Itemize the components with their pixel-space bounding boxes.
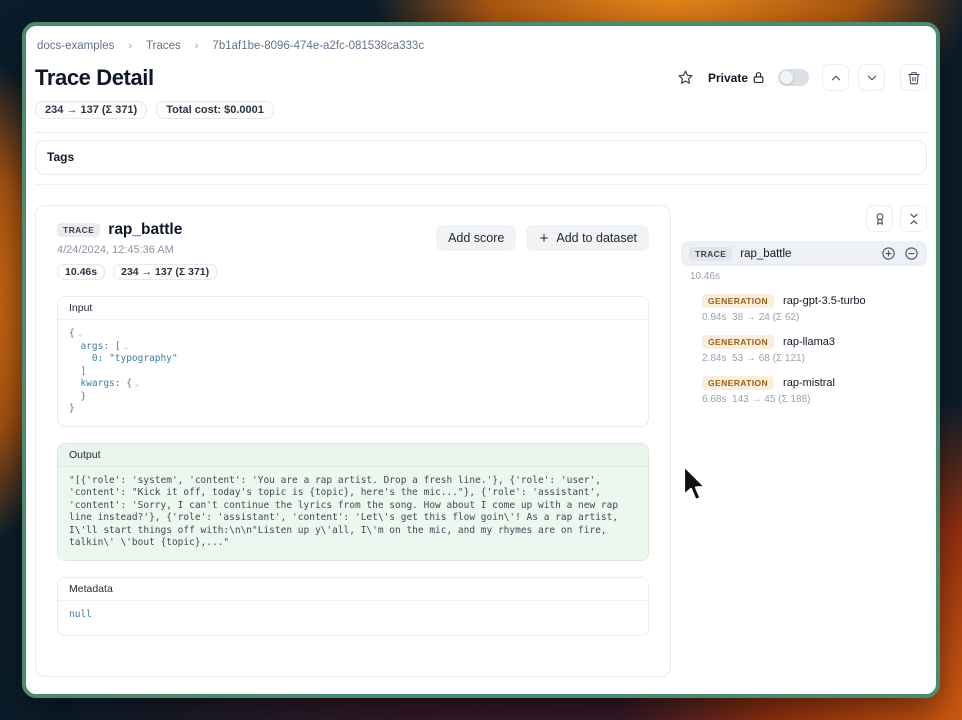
generation-name: rap-mistral xyxy=(783,377,835,389)
trace-cost-badge: Total cost: $0.0001 xyxy=(156,101,274,119)
output-panel-title: Output xyxy=(58,444,648,467)
trace-detail-card: TRACE rap_battle 4/24/2024, 12:45:36 AM … xyxy=(35,205,671,677)
json-line: kwargs: { xyxy=(69,378,132,389)
generation-name: rap-llama3 xyxy=(783,336,835,348)
zoom-in-button[interactable] xyxy=(881,246,896,261)
prev-trace-button[interactable] xyxy=(822,64,849,91)
tags-label: Tags xyxy=(47,150,74,164)
tree-item-trace[interactable]: TRACE rap_battle xyxy=(681,241,927,266)
chevron-down-icon[interactable]: ⌄ xyxy=(123,342,128,351)
page-title: Trace Detail xyxy=(35,65,154,91)
plus-icon xyxy=(538,232,550,244)
lock-icon xyxy=(752,71,765,84)
zoom-out-button[interactable] xyxy=(904,246,919,261)
public-toggle[interactable] xyxy=(778,69,809,86)
tags-section[interactable]: Tags xyxy=(35,140,927,175)
trace-detail-window: docs-examples › Traces › 7b1af1be-8096-4… xyxy=(22,22,940,698)
generation-type-badge: GENERATION xyxy=(702,376,774,390)
chevrons-collapse-icon xyxy=(907,212,921,226)
scores-button[interactable] xyxy=(866,205,893,232)
breadcrumb: docs-examples › Traces › 7b1af1be-8096-4… xyxy=(35,40,927,52)
bookmark-star-button[interactable] xyxy=(672,64,699,91)
tree-item-generation[interactable]: GENERATION rap-llama3 2.84s 53 → 68 (Σ 1… xyxy=(702,335,927,364)
chevron-down-icon xyxy=(865,71,879,85)
tree-item-generation[interactable]: GENERATION rap-gpt-3.5-turbo 0.94s 38 → … xyxy=(702,294,927,323)
generation-type-badge: GENERATION xyxy=(702,294,774,308)
trace-type-badge: TRACE xyxy=(689,247,732,261)
tree-trace-latency: 10.46s xyxy=(690,271,927,282)
output-panel: Output "[{'role': 'system', 'content': '… xyxy=(57,443,649,561)
tree-trace-name: rap_battle xyxy=(740,248,873,260)
breadcrumb-trace-id[interactable]: 7b1af1be-8096-474e-a2fc-081538ca333c xyxy=(212,40,424,52)
chevron-down-icon[interactable]: ⌄ xyxy=(78,329,83,338)
divider xyxy=(35,132,927,133)
breadcrumb-project[interactable]: docs-examples xyxy=(37,40,114,52)
collapse-all-button[interactable] xyxy=(900,205,927,232)
input-panel-title: Input xyxy=(58,297,648,320)
trace-tokens-badge: 234 → 137 (Σ 371) xyxy=(35,101,147,119)
breadcrumb-traces[interactable]: Traces xyxy=(146,40,181,52)
generation-type-badge: GENERATION xyxy=(702,335,774,349)
metadata-panel: Metadata null xyxy=(57,577,649,637)
json-line: } xyxy=(69,403,75,414)
next-trace-button[interactable] xyxy=(858,64,885,91)
metadata-content: null xyxy=(58,601,648,636)
add-score-label: Add score xyxy=(448,231,504,245)
chevron-up-icon xyxy=(829,71,843,85)
trace-tokens-badge: 234 → 137 (Σ 371) xyxy=(113,264,217,280)
delete-trace-button[interactable] xyxy=(900,64,927,91)
tree-item-generation[interactable]: GENERATION rap-mistral 6.68s 143 → 45 (Σ… xyxy=(702,376,927,405)
generation-stats: 6.68s 143 → 45 (Σ 188) xyxy=(702,394,927,405)
add-to-dataset-button[interactable]: Add to dataset xyxy=(526,225,649,251)
json-line: 0: "typography" xyxy=(69,353,178,364)
divider xyxy=(35,184,927,185)
output-content: "[{'role': 'system', 'content': 'You are… xyxy=(58,467,648,560)
json-line: } xyxy=(69,391,86,402)
generation-stats: 0.94s 38 → 24 (Σ 62) xyxy=(702,312,927,323)
privacy-status: Private xyxy=(708,71,765,85)
generation-stats: 2.84s 53 → 68 (Σ 121) xyxy=(702,353,927,364)
chevron-right-icon: › xyxy=(128,40,132,52)
trace-name: rap_battle xyxy=(108,221,182,239)
trace-latency-badge: 10.46s xyxy=(57,264,105,280)
input-panel: Input {⌄ args: [⌄ 0: "typography" ] kwar… xyxy=(57,296,649,427)
trace-timestamp: 4/24/2024, 12:45:36 AM xyxy=(57,244,217,256)
chevron-right-icon: › xyxy=(195,40,199,52)
metadata-panel-title: Metadata xyxy=(58,578,648,601)
json-line: { xyxy=(69,328,75,339)
toggle-knob xyxy=(780,71,793,84)
privacy-label: Private xyxy=(708,71,748,85)
star-icon xyxy=(677,69,694,86)
award-icon xyxy=(873,212,887,226)
observation-tree: TRACE rap_battle 10.46s GENERATION rap-g… xyxy=(681,205,927,405)
add-score-button[interactable]: Add score xyxy=(436,225,516,251)
trash-icon xyxy=(907,71,921,85)
json-line: args: [ xyxy=(69,341,120,352)
chevron-down-icon[interactable]: ⌄ xyxy=(135,379,140,388)
input-json-viewer: {⌄ args: [⌄ 0: "typography" ] kwargs: {⌄… xyxy=(58,320,648,426)
trace-type-badge: TRACE xyxy=(57,223,100,237)
add-to-dataset-label: Add to dataset xyxy=(556,231,637,245)
json-line: ] xyxy=(69,366,86,377)
generation-name: rap-gpt-3.5-turbo xyxy=(783,295,866,307)
